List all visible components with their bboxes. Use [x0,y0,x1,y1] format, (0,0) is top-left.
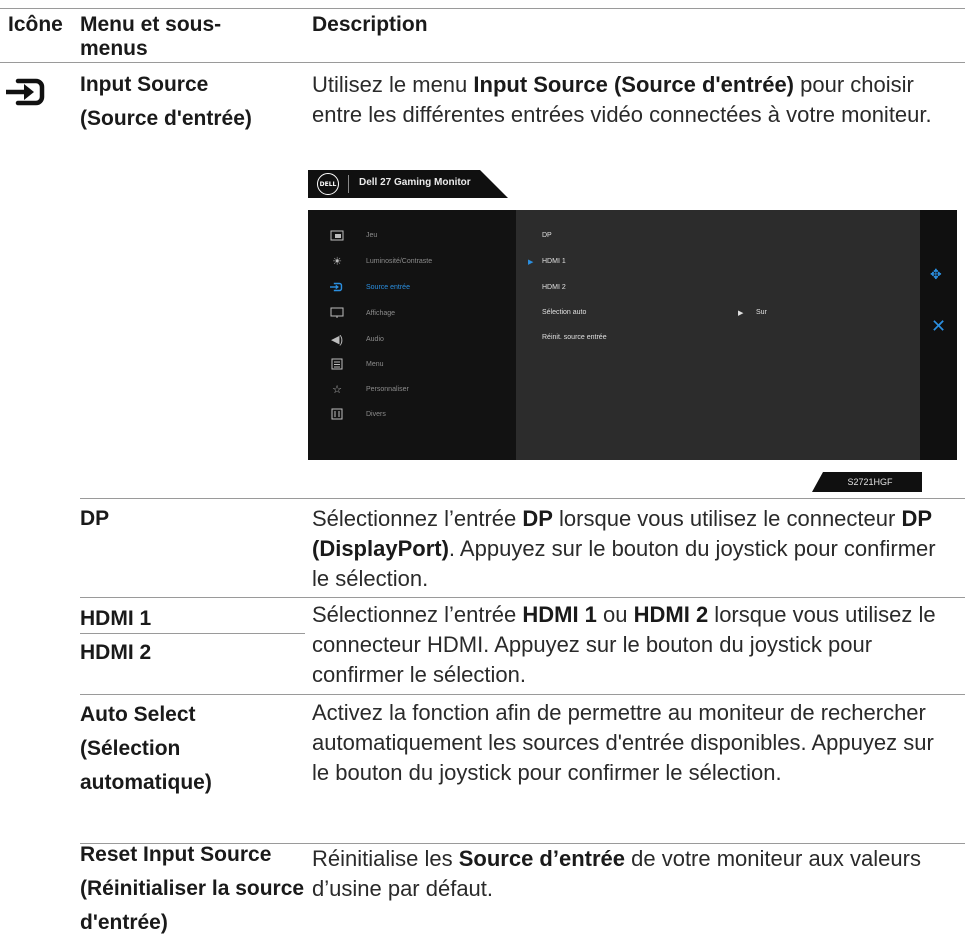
osd-menu-item-audio[interactable]: ◀) Audio [330,332,384,346]
osd-sub-hdmi1[interactable]: HDMI 1 [542,258,566,265]
osd-sub-auto-select[interactable]: Sélection auto [542,309,586,316]
osd-submenu: DP ▶ HDMI 1 HDMI 2 Sélection auto ▶ Sur … [516,210,920,460]
input-source-icon [330,281,344,293]
osd-menu-item-personalize[interactable]: ☆ Personnaliser [330,382,409,396]
osd-title-tab: DELL Dell 27 Gaming Monitor [308,170,508,198]
header-description: Description [312,13,428,36]
selected-arrow-icon: ▶ [528,259,534,266]
osd-menu-item-menu[interactable]: Menu [330,357,384,371]
game-icon [330,229,344,241]
osd-menu-item-display[interactable]: Affichage [330,306,395,320]
osd-menu-item-others[interactable]: Divers [330,407,386,421]
value-arrow-icon: ▶ [738,310,744,317]
row-rule [80,498,965,499]
hdmi-description: Sélectionnez l’entrée HDMI 1 ou HDMI 2 l… [312,602,936,687]
osd-title: Dell 27 Gaming Monitor [359,177,471,188]
menu-hdmi1: HDMI 1 [80,607,152,630]
dell-logo: DELL [317,173,339,195]
osd-menu-item-input-source[interactable]: Source entrée [330,280,410,294]
display-icon [330,307,344,319]
reset-input-description: Réinitialise les Source d’entrée de votr… [312,846,921,901]
row-rule [80,633,305,634]
brightness-icon: ☀ [332,255,342,268]
osd-menu-item-brightness[interactable]: ☀ Luminosité/Contraste [330,254,432,268]
auto-select-description: Activez la fonction afin de permettre au… [312,700,934,785]
header-icon: Icône [8,13,63,36]
menu-icon [330,358,344,370]
osd-menu: Jeu ☀ Luminosité/Contraste Source entrée… [308,210,920,460]
osd-sub-hdmi2[interactable]: HDMI 2 [542,284,566,291]
osd-sub-reset-input[interactable]: Réinit. source entrée [542,334,607,341]
osd-joystick-panel: ✥ ✕ [920,210,957,460]
menu-reset-input-source: Reset Input Source (Réinitialiser la sou… [80,843,305,934]
header-menu: Menu et sous-menus [80,13,222,60]
row-rule [80,694,965,695]
osd-main-menu: Jeu ☀ Luminosité/Contraste Source entrée… [308,210,516,460]
input-source-icon [6,74,50,110]
others-icon [330,408,344,420]
dp-description: Sélectionnez l’entrée DP lorsque vous ut… [312,506,936,591]
menu-auto-select: Auto Select (Sélection automatique) [80,703,212,794]
header-rule [0,62,965,63]
close-icon[interactable]: ✕ [931,316,946,337]
top-rule [0,8,965,9]
osd-sub-dp[interactable]: DP [542,232,552,239]
menu-input-source: Input Source (Source d'entrée) [80,73,252,130]
menu-hdmi2: HDMI 2 [80,641,152,664]
joystick-navigate-icon[interactable]: ✥ [930,266,942,283]
row-rule [80,597,965,598]
osd-auto-select-value: Sur [756,309,767,316]
osd-menu-item-game[interactable]: Jeu [330,228,377,242]
model-tag: S2721HGF [812,472,922,492]
menu-dp: DP [80,507,110,530]
input-source-description: Utilisez le menu Input Source (Source d'… [312,72,932,127]
star-icon: ☆ [332,383,342,396]
audio-icon: ◀) [330,333,344,346]
